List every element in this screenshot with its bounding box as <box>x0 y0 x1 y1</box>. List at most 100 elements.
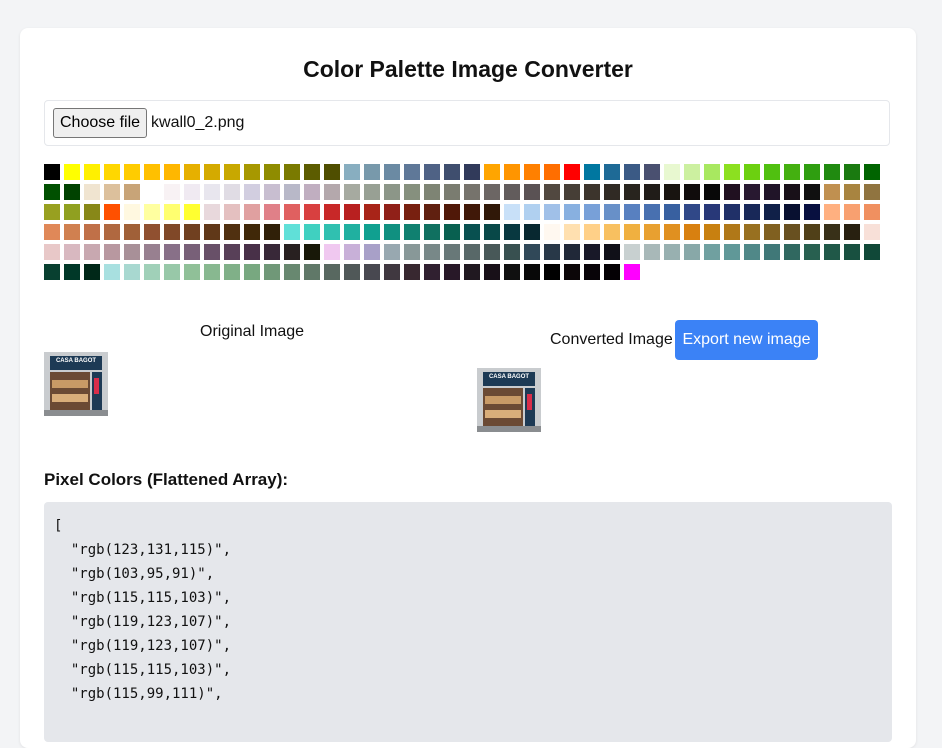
palette-swatch <box>204 204 220 220</box>
palette-swatch <box>844 244 860 260</box>
file-input[interactable]: Choose file kwall0_2.png <box>44 100 890 146</box>
palette-swatch <box>864 244 880 260</box>
page-title: Color Palette Image Converter <box>303 56 633 82</box>
palette-swatch <box>144 224 160 240</box>
palette-swatch <box>444 204 460 220</box>
palette-swatch <box>764 224 780 240</box>
palette-swatch <box>464 184 480 200</box>
palette-swatch <box>384 164 400 180</box>
palette-swatch <box>84 164 100 180</box>
palette-swatch <box>304 204 320 220</box>
palette-swatch <box>624 264 640 280</box>
palette-swatch <box>784 204 800 220</box>
palette-swatch <box>544 224 560 240</box>
palette-swatch <box>444 224 460 240</box>
palette-swatch <box>164 264 180 280</box>
palette-swatch <box>164 164 180 180</box>
palette-swatch <box>724 164 740 180</box>
palette-swatch <box>284 224 300 240</box>
palette-swatch <box>224 224 240 240</box>
palette-swatch <box>344 184 360 200</box>
palette-swatch <box>744 184 760 200</box>
palette-swatch <box>204 224 220 240</box>
palette-swatch <box>624 164 640 180</box>
palette-swatch <box>724 184 740 200</box>
palette-swatch <box>604 184 620 200</box>
palette-swatch <box>864 184 880 200</box>
palette-swatch <box>504 244 520 260</box>
palette-swatch <box>484 184 500 200</box>
palette-swatch <box>44 264 60 280</box>
palette-swatch <box>524 164 540 180</box>
palette-swatch <box>544 204 560 220</box>
palette-swatch <box>684 164 700 180</box>
palette-swatch <box>564 184 580 200</box>
palette-swatch <box>284 264 300 280</box>
palette-swatch <box>624 204 640 220</box>
palette-swatch <box>84 204 100 220</box>
palette-swatch <box>244 244 260 260</box>
palette-swatch <box>84 224 100 240</box>
palette-swatch <box>44 164 60 180</box>
palette-swatch <box>104 184 120 200</box>
palette-swatch <box>724 224 740 240</box>
palette-swatch <box>44 244 60 260</box>
palette-swatch <box>164 224 180 240</box>
palette-swatch <box>664 204 680 220</box>
palette-swatch <box>544 264 560 280</box>
palette-swatch <box>764 204 780 220</box>
palette-swatch <box>344 224 360 240</box>
palette-swatch <box>444 164 460 180</box>
palette-swatch <box>424 204 440 220</box>
palette-swatch <box>364 164 380 180</box>
palette-swatch <box>124 264 140 280</box>
palette-swatch <box>664 184 680 200</box>
palette-swatch <box>124 244 140 260</box>
palette-swatch <box>804 224 820 240</box>
palette-swatch <box>644 184 660 200</box>
palette-swatch <box>444 184 460 200</box>
palette-swatch <box>284 204 300 220</box>
palette-swatch <box>664 164 680 180</box>
palette-swatch <box>444 264 460 280</box>
palette-swatch <box>764 244 780 260</box>
palette-swatch <box>244 204 260 220</box>
palette-swatch <box>344 164 360 180</box>
palette-swatch <box>124 204 140 220</box>
palette-swatch <box>804 184 820 200</box>
color-palette <box>44 164 896 284</box>
palette-swatch <box>564 244 580 260</box>
palette-swatch <box>204 164 220 180</box>
palette-swatch <box>604 224 620 240</box>
palette-swatch <box>564 264 580 280</box>
palette-swatch <box>424 244 440 260</box>
palette-swatch <box>364 184 380 200</box>
palette-swatch <box>684 184 700 200</box>
export-new-image-button[interactable]: Export new image <box>675 320 818 360</box>
palette-swatch <box>44 184 60 200</box>
palette-swatch <box>484 264 500 280</box>
palette-swatch <box>104 244 120 260</box>
palette-swatch <box>184 184 200 200</box>
palette-swatch <box>404 224 420 240</box>
palette-swatch <box>744 164 760 180</box>
palette-swatch <box>404 244 420 260</box>
palette-swatch <box>584 164 600 180</box>
palette-swatch <box>204 184 220 200</box>
pixel-colors-output: [ "rgb(123,131,115)", "rgb(103,95,91)", … <box>44 502 892 742</box>
palette-swatch <box>244 264 260 280</box>
choose-file-button[interactable]: Choose file <box>53 108 148 138</box>
palette-swatch <box>624 224 640 240</box>
palette-swatch <box>404 204 420 220</box>
palette-swatch <box>184 164 200 180</box>
palette-swatch <box>84 264 100 280</box>
palette-swatch <box>64 184 80 200</box>
palette-swatch <box>784 224 800 240</box>
palette-swatch <box>44 204 60 220</box>
palette-swatch <box>224 244 240 260</box>
palette-swatch <box>824 184 840 200</box>
palette-swatch <box>384 204 400 220</box>
palette-swatch <box>524 264 540 280</box>
palette-swatch <box>104 204 120 220</box>
palette-swatch <box>824 244 840 260</box>
